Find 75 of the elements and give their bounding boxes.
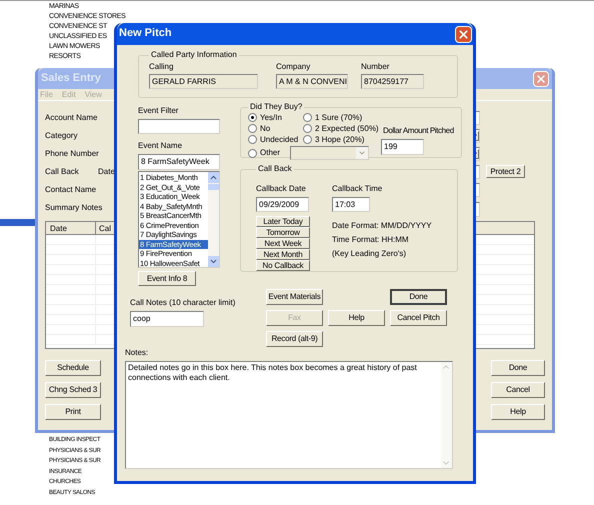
field-label: Event Name <box>138 141 184 151</box>
input-field[interactable]: 199 <box>381 139 424 155</box>
window-title: New Pitch <box>119 27 172 41</box>
field-label: Call Back <box>45 166 80 176</box>
button[interactable]: Print <box>45 404 101 420</box>
field-label: Account Name <box>45 112 98 122</box>
radio-button[interactable] <box>303 135 312 144</box>
field-label: Dollar Amount Pitched <box>383 126 454 136</box>
close-icon <box>535 72 547 84</box>
button[interactable]: Next Month <box>256 249 310 260</box>
field-label: Phone Number <box>45 148 98 158</box>
button[interactable]: Cancel <box>491 382 545 398</box>
button[interactable]: Help <box>491 404 545 420</box>
scroll-up-icon[interactable] <box>208 172 219 183</box>
notes-label: Notes: <box>125 348 150 358</box>
group-title: Call Back <box>257 164 293 174</box>
window-title: Sales Entry <box>41 72 101 86</box>
group-title: Did They Buy? <box>249 102 304 112</box>
button[interactable]: Chng Sched 3 <box>45 382 101 398</box>
field-label: Event Filter <box>138 106 180 116</box>
button[interactable]: Schedule <box>45 360 101 376</box>
radio-label: No <box>260 124 270 134</box>
scrollbar[interactable] <box>208 172 219 267</box>
format-hint: Time Format: HH:MM <box>332 235 410 245</box>
radio-button[interactable] <box>248 135 257 144</box>
button[interactable]: Help <box>328 310 385 326</box>
radio-label: 1 Sure (70%) <box>315 112 362 122</box>
protect-button[interactable]: Protect 2 <box>486 165 525 178</box>
readonly-field[interactable]: 8704259177 <box>361 74 424 89</box>
input-field[interactable]: coop <box>130 311 204 327</box>
button[interactable]: Done <box>390 289 447 305</box>
button[interactable]: Done <box>491 360 545 376</box>
button[interactable]: Event Materials <box>266 289 323 305</box>
radio-button[interactable] <box>303 113 312 122</box>
field-label: Number <box>361 62 390 72</box>
scroll-thumb[interactable] <box>208 184 219 190</box>
input-field[interactable] <box>138 119 220 134</box>
input-field[interactable]: 8 FarmSafetyWeek <box>138 154 220 170</box>
radio-button[interactable] <box>248 148 257 158</box>
radio-button[interactable] <box>248 113 257 122</box>
input-field[interactable]: 17:03 <box>332 197 370 212</box>
group-title: Called Party Information <box>150 50 238 60</box>
field-label: Callback Date <box>256 184 307 194</box>
button[interactable]: Cancel Pitch <box>390 310 447 326</box>
radio-label: 2 Expected (50%) <box>315 124 379 134</box>
field-label: Calling <box>149 62 174 72</box>
field-label: Date <box>98 166 115 176</box>
format-hint: (Key Leading Zero's) <box>332 249 408 259</box>
readonly-field[interactable]: A M & N CONVENI <box>276 74 348 89</box>
column-header[interactable]: Date <box>46 222 96 234</box>
readonly-field[interactable]: GERALD FARRIS <box>149 74 258 89</box>
event-info-button[interactable]: Event Info 8 <box>138 271 196 286</box>
radio-label: Other <box>260 148 280 158</box>
field-label: Company <box>276 62 312 72</box>
format-hint: Date Format: MM/DD/YYYY <box>332 221 432 231</box>
field-label: Contact Name <box>45 184 98 194</box>
notes-text: Detailed notes go in this box here. This notes box becomes a great history of past connections with each client. <box>127 362 418 383</box>
close-icon <box>457 28 470 40</box>
radio-label: Yes/In <box>260 112 282 122</box>
radio-button[interactable] <box>248 124 257 133</box>
scroll-down-icon[interactable] <box>208 256 219 267</box>
notes-textarea[interactable]: Detailed notes go in this box here. This notes box becomes a great history of past connections with each client. <box>125 361 453 469</box>
radio-label: Undecided <box>260 134 298 144</box>
button[interactable]: Next Week <box>256 238 310 249</box>
button[interactable]: Record (alt-9) <box>266 331 323 347</box>
button[interactable]: Tomorrow <box>256 227 310 238</box>
input-field[interactable]: 09/29/2009 <box>256 197 309 212</box>
field-label: Callback Time <box>332 184 384 194</box>
button[interactable]: No Callback <box>256 260 310 271</box>
field-label: Category <box>45 130 78 140</box>
close-button[interactable] <box>455 26 472 42</box>
button[interactable]: Later Today <box>256 216 310 227</box>
radio-button[interactable] <box>303 124 312 133</box>
radio-label: 3 Hope (20%) <box>315 134 364 144</box>
field-label: Call Notes (10 character limit) <box>130 298 236 308</box>
